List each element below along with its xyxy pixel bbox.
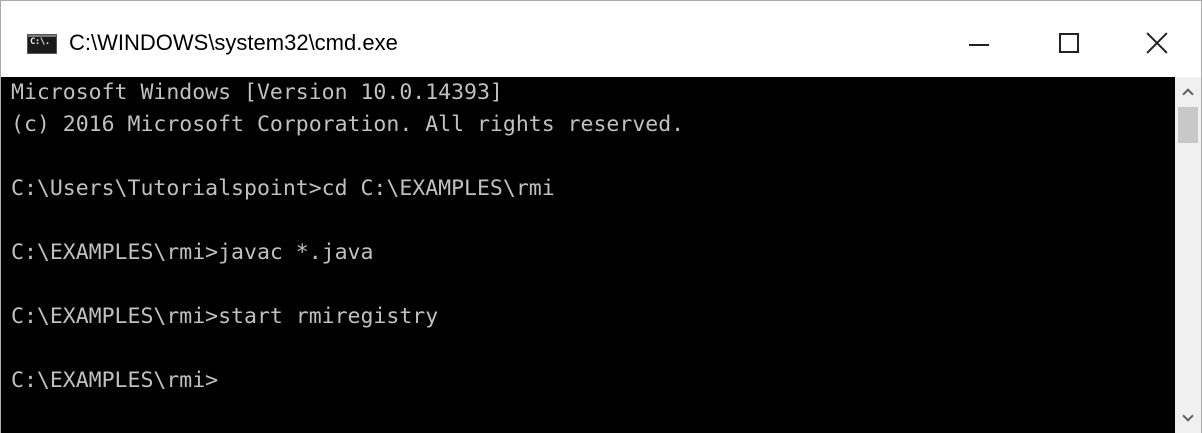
console-output[interactable]: Microsoft Windows [Version 10.0.14393] (… bbox=[1, 77, 1175, 433]
cmd-window: C:\. C:\WINDOWS\system32\cmd.exe Microso… bbox=[0, 0, 1202, 433]
console-line: C:\EXAMPLES\rmi>javac *.java bbox=[11, 240, 374, 265]
cmd-icon[interactable]: C:\. bbox=[27, 34, 57, 54]
cmd-icon-label: C:\. bbox=[30, 37, 50, 47]
chevron-up-icon bbox=[1182, 88, 1194, 100]
scroll-down-button[interactable] bbox=[1175, 405, 1201, 431]
minimize-icon bbox=[969, 44, 989, 46]
close-icon bbox=[1145, 31, 1169, 55]
vertical-scrollbar[interactable] bbox=[1175, 77, 1201, 433]
console-line: C:\EXAMPLES\rmi>start rmiregistry bbox=[11, 304, 439, 329]
chevron-down-icon bbox=[1182, 410, 1194, 422]
maximize-icon bbox=[1059, 33, 1079, 53]
console-line: (c) 2016 Microsoft Corporation. All righ… bbox=[11, 112, 685, 137]
scroll-thumb[interactable] bbox=[1178, 107, 1198, 143]
console-prompt: C:\EXAMPLES\rmi> bbox=[11, 368, 219, 393]
scroll-up-button[interactable] bbox=[1175, 79, 1201, 105]
minimize-button[interactable] bbox=[935, 15, 1023, 71]
console-line: C:\Users\Tutorialspoint>cd C:\EXAMPLES\r… bbox=[11, 176, 555, 201]
close-button[interactable] bbox=[1113, 15, 1201, 71]
maximize-button[interactable] bbox=[1025, 15, 1113, 71]
title-bar[interactable]: C:\. C:\WINDOWS\system32\cmd.exe bbox=[1, 1, 1201, 77]
console-line: Microsoft Windows [Version 10.0.14393] bbox=[11, 80, 503, 105]
window-title: C:\WINDOWS\system32\cmd.exe bbox=[69, 30, 398, 55]
